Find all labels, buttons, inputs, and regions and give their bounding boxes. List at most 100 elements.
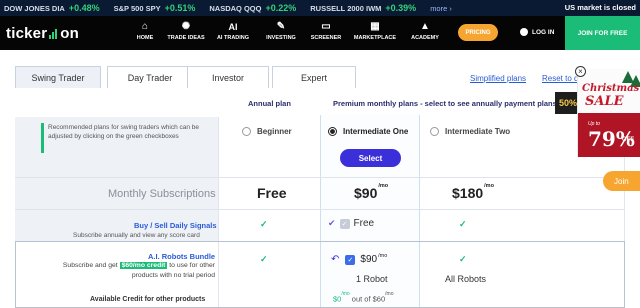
- discount-badge: 50%: [555, 92, 577, 114]
- ad-off: OFF: [622, 137, 634, 143]
- checkbox-checked[interactable]: ✓: [345, 254, 356, 265]
- store-icon: ▦: [370, 21, 380, 32]
- join-for-free-button[interactable]: JOIN FOR FREE: [565, 16, 640, 50]
- credit-badge: $60/mo credit: [119, 262, 168, 269]
- plan-name: Intermediate One: [343, 127, 409, 136]
- check-icon: ✓: [260, 219, 268, 229]
- plan-option-beginner[interactable]: Beginner: [242, 127, 292, 136]
- plan-option-intermediate-one[interactable]: Intermediate One: [328, 127, 408, 136]
- ticker-change: +0.51%: [164, 3, 196, 13]
- nav-label: MARKETPLACE: [353, 35, 397, 41]
- nav-trade-ideas[interactable]: ✺ TRADE IDEAS: [161, 21, 211, 41]
- check-icon: ✓: [459, 254, 467, 264]
- price-value: $180: [452, 185, 484, 201]
- tab-expert[interactable]: Expert: [272, 66, 356, 88]
- nav-label: TRADE IDEAS: [167, 35, 205, 41]
- simplified-plans-link[interactable]: Simplified plans: [470, 74, 526, 83]
- ticker-item[interactable]: S&P 500 SPY +0.51%: [114, 3, 196, 13]
- radio-button[interactable]: [242, 127, 251, 136]
- signals-title[interactable]: Buy / Sell Daily Signals: [134, 221, 217, 230]
- graduation-cap-icon: ▲: [420, 21, 430, 32]
- price-unit: /mo: [484, 183, 494, 190]
- tab-swing-trader[interactable]: Swing Trader: [15, 66, 101, 88]
- pricing-button[interactable]: PRICING: [458, 24, 498, 41]
- check-icon: ✓: [459, 219, 467, 229]
- tab-day-trader[interactable]: Day Trader: [107, 66, 193, 88]
- robots-bundle-description: Subscribe and get $60/mo credit to use f…: [45, 261, 215, 281]
- nav-investing[interactable]: ✎ INVESTING: [256, 21, 306, 41]
- tab-investor[interactable]: Investor: [187, 66, 269, 88]
- robots-bundle-title[interactable]: A.I. Robots Bundle: [148, 252, 215, 261]
- price-intermediate-two: $180/mo: [452, 183, 494, 201]
- ai-icon: AI: [228, 22, 238, 32]
- ticker-item[interactable]: RUSSELL 2000 IWM +0.39%: [310, 3, 416, 13]
- nav-academy[interactable]: ▲ ACADEMY: [400, 21, 450, 41]
- price-beginner: Free: [257, 185, 287, 201]
- price-intermediate-one: $90/mo: [354, 183, 388, 201]
- ad-title: Christmas: [582, 83, 640, 94]
- plan-option-intermediate-two[interactable]: Intermediate Two: [430, 127, 510, 136]
- row-divider: [15, 209, 625, 210]
- christmas-sale-ad[interactable]: Christmas SALE Up to 79% OFF: [577, 69, 640, 157]
- premium-plans-header: Premium monthly plans - select to see an…: [333, 99, 557, 108]
- logo-text-left: ticker: [6, 25, 48, 42]
- radio-button[interactable]: [430, 127, 439, 136]
- nav-screener[interactable]: ▭ SCREENER: [301, 21, 351, 41]
- ticker-name: DOW JONES DIA: [4, 3, 65, 13]
- signals-description: Subscribe annually and view any score ca…: [73, 232, 200, 239]
- ticker-change: +0.22%: [265, 3, 297, 13]
- nav-label: AI TRADING: [216, 35, 250, 41]
- wrench-icon: ✎: [276, 21, 286, 32]
- check-icon: ✓: [260, 254, 268, 264]
- ad-sale: SALE: [585, 94, 624, 109]
- logo[interactable]: ticker on: [6, 25, 79, 42]
- plan-name: Beginner: [257, 127, 292, 136]
- logo-text-right: on: [60, 25, 79, 42]
- ticker-name: S&P 500 SPY: [113, 3, 161, 13]
- ticker-change: +0.48%: [68, 3, 100, 13]
- credit-total: out of $60: [351, 294, 386, 304]
- free-label: Free: [353, 218, 375, 229]
- close-icon[interactable]: ×: [575, 66, 586, 77]
- nav-label: HOME: [136, 35, 154, 41]
- checkbox-disabled: ✓: [339, 218, 350, 229]
- ticker-more-link[interactable]: more ›: [430, 4, 452, 13]
- price-value: $90: [354, 185, 378, 201]
- nav-label: ACADEMY: [411, 35, 439, 41]
- signals-free-option[interactable]: ✔ ✓ Free: [328, 218, 374, 229]
- row-divider: [15, 177, 625, 178]
- robots-price: $90: [360, 254, 378, 265]
- robot-count-all: All Robots: [445, 274, 487, 284]
- radio-button-selected[interactable]: [328, 127, 337, 136]
- recommendation-text: Recommended plans for swing traders whic…: [48, 124, 200, 140]
- robot-count-one: 1 Robot: [356, 274, 388, 284]
- plan-name: Intermediate Two: [445, 127, 511, 136]
- lightbulb-icon: ✺: [181, 21, 191, 32]
- ticker-item[interactable]: NASDAQ QQQ +0.22%: [209, 3, 296, 13]
- credit-used-unit: /mo: [341, 291, 350, 297]
- select-plan-button[interactable]: Select: [340, 149, 401, 167]
- nav-marketplace[interactable]: ▦ MARKETPLACE: [350, 21, 400, 41]
- double-check-icon: ✔: [328, 218, 336, 228]
- recommendation-accent: [41, 123, 44, 153]
- available-credit-label: Available Credit for other products: [90, 296, 206, 303]
- user-icon: [520, 28, 528, 36]
- login-label: LOG IN: [532, 28, 555, 36]
- robots-option-selected[interactable]: ↶ ✓ $90/mo: [331, 253, 387, 266]
- ticker-item[interactable]: DOW JONES DIA +0.48%: [4, 3, 100, 13]
- login-link[interactable]: LOG IN: [520, 28, 554, 36]
- trader-type-tabs: Swing Trader Day Trader Investor Expert: [15, 66, 625, 88]
- ticker-change: +0.39%: [385, 3, 417, 13]
- reset-link[interactable]: Reset to d: [542, 74, 578, 83]
- undo-icon[interactable]: ↶: [331, 254, 339, 265]
- market-status: US market is closed: [564, 3, 636, 12]
- monthly-subscriptions-label: Monthly Subscriptions: [108, 188, 216, 200]
- robots-desc-prefix: Subscribe and get: [62, 262, 118, 269]
- ticker-name: RUSSELL 2000 IWM: [310, 3, 382, 13]
- credit-total-unit: /mo: [385, 291, 394, 297]
- logo-bars-icon: [49, 28, 58, 39]
- nav-ai-trading[interactable]: AI AI TRADING: [208, 21, 258, 41]
- join-side-button[interactable]: Join: [603, 171, 640, 191]
- market-ticker-bar: DOW JONES DIA +0.48% S&P 500 SPY +0.51% …: [0, 0, 640, 16]
- credit-usage: $0/mo out of $60/mo: [333, 291, 394, 304]
